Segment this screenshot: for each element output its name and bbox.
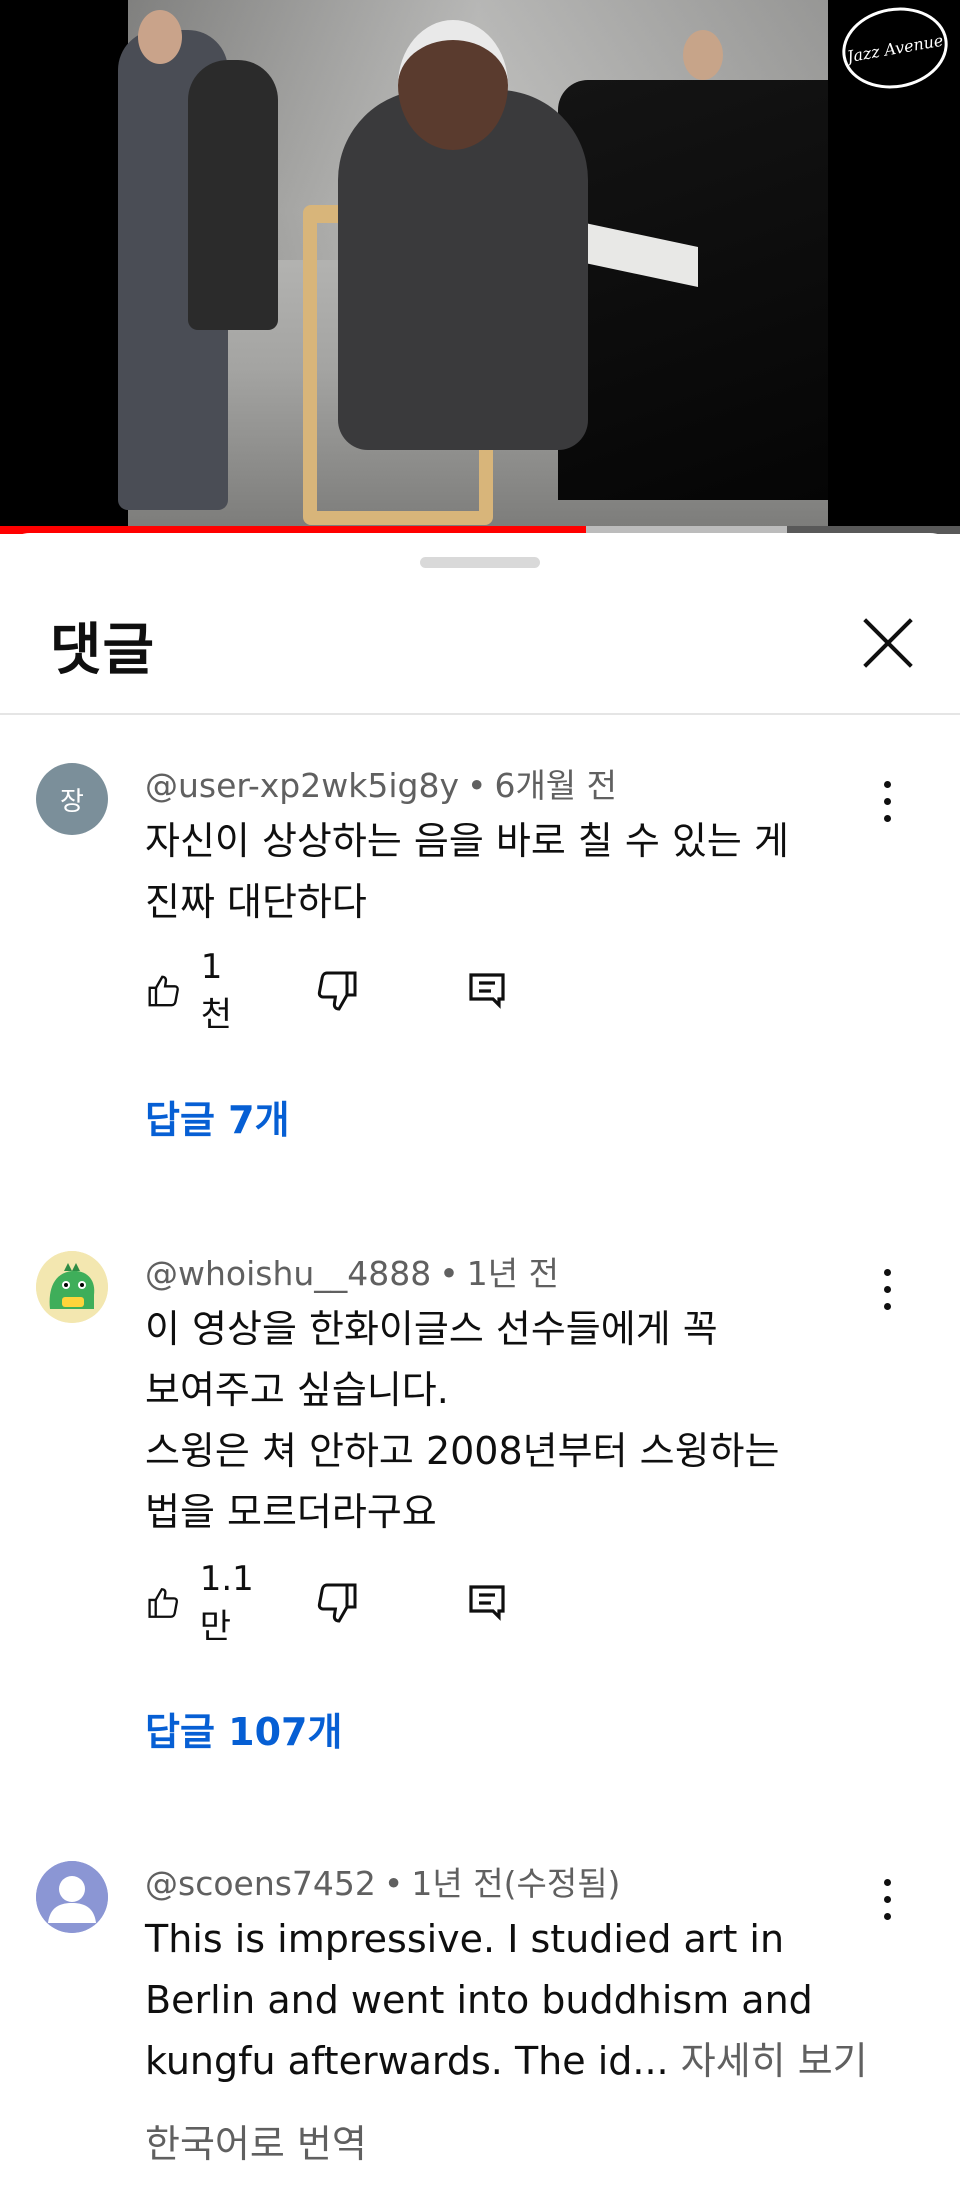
thumb-up-icon — [148, 975, 179, 1007]
like-button[interactable]: 1천 — [145, 947, 242, 1035]
comment-line: 법을 모르더라구요 — [145, 1490, 437, 1534]
comment-icon — [469, 1585, 505, 1621]
comment-meta: @user-xp2wk5ig8y • 6개월 전 — [145, 759, 617, 807]
close-icon[interactable] — [858, 613, 918, 673]
reply-button[interactable] — [463, 963, 511, 1019]
author-handle[interactable]: @user-xp2wk5ig8y — [145, 766, 459, 805]
comment-line: 스윙은 쳐 안하고 2008년부터 스윙하는 — [145, 1429, 780, 1473]
thumb-down-icon — [317, 971, 357, 1011]
comment-meta: @scoens7452 • 1년 전(수정됨) — [145, 1857, 620, 1905]
comment-text: 자신이 상상하는 음을 바로 칠 수 있는 게 진짜 대단하다 — [145, 811, 885, 933]
read-more-link[interactable]: 자세히 보기 — [681, 2039, 868, 2083]
comment-line: 자신이 상상하는 음을 바로 칠 수 있는 게 — [145, 819, 789, 863]
thumb-up-icon — [148, 1588, 179, 1618]
comment-meta: @whoishu__4888 • 1년 전 — [145, 1247, 559, 1295]
dislike-button[interactable] — [313, 963, 361, 1019]
channel-logo: Jazz Avenue — [835, 0, 955, 97]
divider — [0, 713, 960, 715]
comment-line: 보여주고 싶습니다. — [145, 1368, 449, 1412]
thumb-down-icon — [317, 1583, 357, 1623]
default-avatar-icon — [36, 1861, 108, 1933]
comment-line: Berlin and went into buddhism and — [145, 1978, 813, 2022]
author-handle[interactable]: @scoens7452 — [145, 1864, 376, 1903]
separator: • — [466, 766, 487, 805]
comments-sheet: 댓글 장 @user-xp2wk5ig8y • 6개월 전 자신이 상상하는 음을 … — [0, 533, 960, 2206]
avatar[interactable] — [36, 1251, 108, 1323]
comment-icon — [469, 973, 505, 1009]
comment-time: 6개월 전 — [494, 766, 618, 805]
comment-line: 이 영상을 한화이글스 선수들에게 꼭 — [145, 1307, 718, 1351]
like-count: 1.1만 — [199, 1558, 254, 1647]
avatar[interactable] — [36, 1861, 108, 1933]
comment-line: This is impressive. I studied art in — [145, 1917, 785, 1961]
author-handle[interactable]: @whoishu__4888 — [145, 1254, 431, 1293]
avatar[interactable]: 장 — [36, 763, 108, 835]
dinosaur-avatar-icon — [36, 1251, 108, 1323]
comment-line: 진짜 대단하다 — [145, 880, 367, 924]
comment-text: 이 영상을 한화이글스 선수들에게 꼭 보여주고 싶습니다. 스윙은 쳐 안하고… — [145, 1299, 885, 1543]
comment-time: 1년 전 — [466, 1254, 559, 1293]
view-replies-button[interactable]: 답글 107개 — [145, 1701, 342, 1756]
separator: • — [439, 1254, 459, 1293]
comment-text: This is impressive. I studied art in Ber… — [145, 1909, 885, 2092]
video-frame — [118, 0, 828, 526]
comment-line: kungfu afterwards. The id... 자세히 보기 — [145, 2031, 885, 2092]
comment-time: 1년 전(수정됨) — [411, 1864, 621, 1903]
avatar-letter: 장 — [60, 786, 84, 817]
dislike-button[interactable] — [313, 1575, 361, 1631]
video-player[interactable]: Jazz Avenue — [0, 0, 960, 534]
comment-line-text: kungfu afterwards. The id... — [145, 2039, 669, 2083]
drag-handle[interactable] — [420, 557, 540, 568]
like-button[interactable]: 1.1만 — [145, 1559, 265, 1647]
view-replies-button[interactable]: 답글 7개 — [145, 1089, 290, 1144]
sheet-title: 댓글 — [50, 618, 156, 683]
separator: • — [383, 1864, 404, 1903]
like-count: 1천 — [200, 946, 232, 1035]
translate-link[interactable]: 한국어로 번역 — [145, 2113, 367, 2168]
reply-button[interactable] — [463, 1575, 511, 1631]
